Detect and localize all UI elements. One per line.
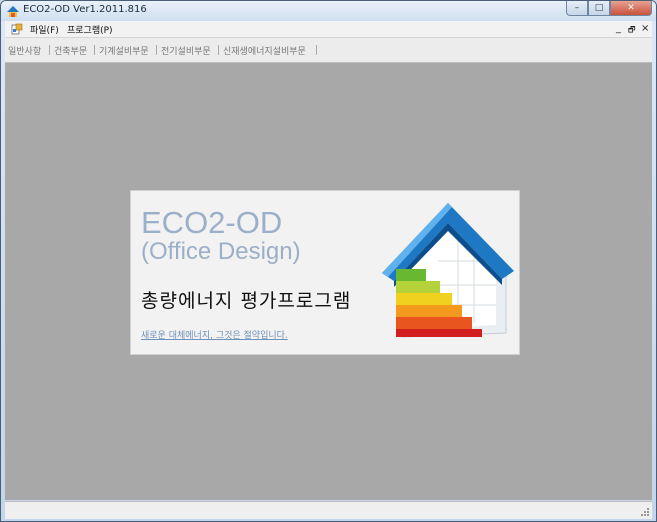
program-name: 총량에너지 평가프로그램 — [141, 290, 352, 312]
tab-electrical[interactable]: 전기설비부문 — [161, 44, 211, 57]
mdi-restore-button[interactable]: 🗗 — [628, 24, 636, 38]
mdi-minimize-button[interactable]: _ — [616, 23, 621, 34]
toolbar-separator — [316, 45, 317, 55]
brand-title: ECO2-OD — [141, 205, 283, 240]
maximize-button[interactable]: □ — [588, 1, 610, 16]
menu-file[interactable]: 파일(F) — [30, 23, 59, 36]
resize-grip-icon[interactable] — [640, 507, 650, 517]
toolbar-separator — [94, 45, 95, 55]
document-icon[interactable] — [11, 23, 23, 35]
toolbar-separator — [218, 45, 219, 55]
window-controls: – □ ✕ — [566, 1, 652, 16]
brand-subtitle: (Office Design) — [141, 238, 301, 265]
mdi-close-button[interactable]: × — [641, 23, 649, 34]
tab-mechanical[interactable]: 기계설비부문 — [99, 44, 149, 57]
tab-architecture[interactable]: 건축부문 — [54, 44, 87, 57]
title-bar[interactable]: ECO2-OD Ver1.2011.816 – □ ✕ — [1, 1, 656, 21]
menu-program[interactable]: 프로그램(P) — [67, 23, 113, 36]
app-icon — [7, 6, 19, 17]
status-bar — [5, 501, 652, 519]
close-button[interactable]: ✕ — [610, 1, 652, 16]
toolbar-separator — [49, 45, 50, 55]
tab-renewable[interactable]: 신재생에너지설비부문 — [223, 44, 306, 57]
mdi-client-area: ECO2-OD (Office Design) 총량에너지 평가프로그램 새로운… — [5, 63, 652, 500]
minimize-button[interactable]: – — [566, 1, 588, 16]
slogan-link[interactable]: 새로운 대체에너지, 그것은 절약입니다. — [141, 328, 288, 341]
energy-house-logo — [382, 203, 514, 338]
splash-panel: ECO2-OD (Office Design) 총량에너지 평가프로그램 새로운… — [130, 190, 520, 355]
app-window: ECO2-OD Ver1.2011.816 – □ ✕ 파일(F) 프로그램(P… — [0, 0, 657, 522]
menu-bar: 파일(F) 프로그램(P) _ 🗗 × — [5, 21, 652, 38]
tab-general[interactable]: 일반사항 — [8, 44, 41, 57]
section-toolbar: 일반사항 건축부문 기계설비부문 전기설비부문 신재생에너지설비부문 — [5, 38, 652, 63]
window-title: ECO2-OD Ver1.2011.816 — [23, 4, 147, 15]
toolbar-separator — [156, 45, 157, 55]
